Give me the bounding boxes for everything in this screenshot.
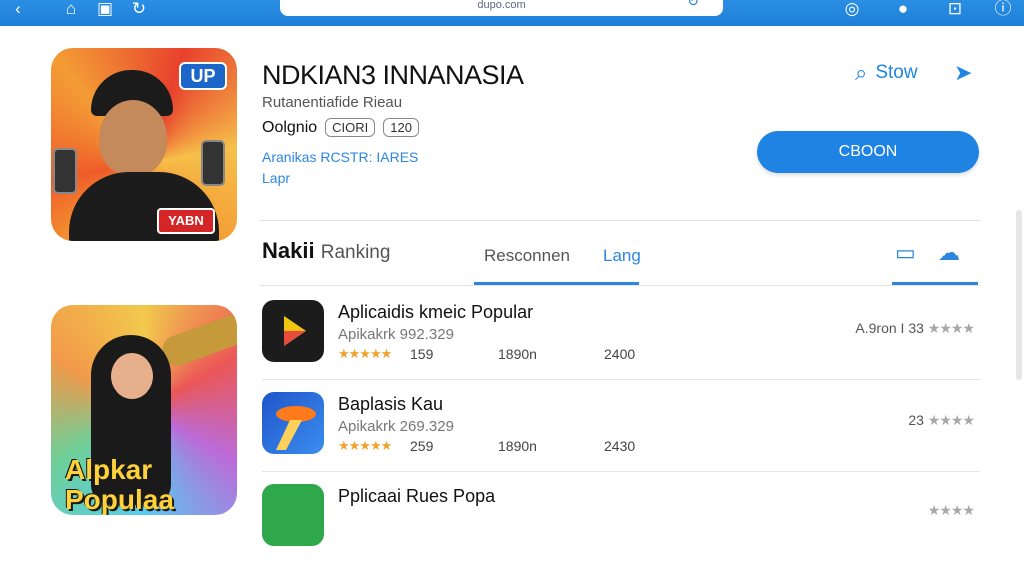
right-rating-text: 23 — [908, 412, 924, 428]
list-item-subtitle: Apikakrk 992.329 — [338, 326, 454, 343]
reload-icon[interactable]: ↻ — [687, 0, 699, 8]
phone-icon — [201, 140, 225, 186]
scrollbar[interactable] — [1016, 210, 1022, 380]
info-icon[interactable]: ⓘ — [990, 0, 1016, 22]
app-subtitle: Rutanentiafide Rieau — [262, 94, 403, 111]
right-rating: 23 ★★★★ — [908, 412, 975, 429]
right-rating: A.9ron I 33 ★★★★ — [855, 320, 975, 337]
phone-icon — [53, 148, 77, 194]
list-item[interactable]: Pplicaai Rues Popa ★★★★ — [262, 472, 980, 564]
developer-link[interactable]: Aranikas RCSTR: IARES — [262, 149, 418, 165]
download-count: 1890n — [498, 346, 537, 362]
promo-app-icon[interactable]: Alpkar Populaa — [51, 305, 237, 515]
right-rating: ★★★★ — [927, 502, 975, 519]
shield-icon[interactable]: ◎ — [840, 0, 864, 22]
refresh-icon[interactable]: ↻ — [126, 0, 152, 22]
top-toolbar: ‹ ⌂ ▣ ↻ dupo.com ↻ ◎ ● ⊡ ⓘ — [0, 0, 1024, 26]
search-button[interactable]: ⌕ Stow — [855, 60, 918, 86]
folder-icon[interactable]: ▭ — [895, 240, 916, 266]
meta-pill: 120 — [383, 118, 419, 137]
section-title: Nakii Ranking — [262, 238, 390, 264]
meta-row: Oolgnio CIORI 120 — [262, 118, 419, 137]
robot-icon[interactable]: ⊡ — [942, 0, 968, 22]
list-item[interactable]: Aplicaidis kmeic Popular Apikakrk 992.32… — [262, 288, 980, 380]
search-icon: ⌕ — [855, 60, 868, 85]
right-rating-text: A.9ron I 33 — [855, 320, 924, 336]
share-icon[interactable]: ➤ — [954, 60, 972, 86]
promo-text-line: Populaa — [65, 484, 174, 515]
promo-text: Alpkar Populaa — [65, 455, 174, 515]
list-item-title: Pplicaai Rues Popa — [338, 486, 496, 506]
size-value: 2400 — [604, 346, 636, 362]
right-rating-stars: ★★★★ — [927, 412, 975, 428]
primary-action-button[interactable]: CBOON — [757, 131, 979, 173]
rating-count: 159 — [410, 346, 434, 362]
meta-label: Oolgnio — [262, 118, 318, 136]
image-icon[interactable]: ▣ — [92, 0, 118, 22]
size-value: 2430 — [604, 438, 636, 454]
search-label: Stow — [875, 62, 918, 83]
game-icon[interactable]: ⌂ — [58, 0, 84, 22]
divider — [260, 285, 980, 286]
divider — [260, 220, 980, 221]
list-item-title: Aplicaidis kmeic Popular — [338, 302, 534, 322]
character-face — [111, 353, 153, 399]
green-app-icon — [262, 484, 324, 546]
tab-recommend[interactable]: Resconnen — [484, 246, 570, 266]
section-title-bold: Nakii — [262, 238, 315, 263]
tab-lang[interactable]: Lang — [603, 246, 641, 266]
play-store-icon — [262, 300, 324, 362]
list-item-subtitle: Apikakrk 269.329 — [338, 418, 454, 435]
avatar[interactable]: ● — [890, 0, 916, 22]
person-head — [99, 100, 167, 176]
list-item[interactable]: Baplasis Kau Apikakrk 269.329 ★★★★★ 259 … — [262, 380, 980, 472]
ufo-app-icon — [262, 392, 324, 454]
download-count: 1890n — [498, 438, 537, 454]
section-title-light: Ranking — [320, 242, 391, 263]
meta-pill: CIORI — [325, 118, 376, 137]
back-icon[interactable]: ‹ — [8, 0, 28, 22]
address-bar[interactable]: dupo.com ↻ — [280, 0, 723, 16]
right-rating-stars: ★★★★ — [927, 502, 975, 518]
list-item-title: Baplasis Kau — [338, 394, 444, 414]
label-badge: YABN — [157, 208, 215, 234]
rating-stars: ★★★★★ — [338, 438, 392, 453]
app-title: NDKIAN3 INNANASIA — [262, 60, 524, 90]
pipe-shape — [158, 310, 237, 370]
right-rating-stars: ★★★★ — [927, 320, 975, 336]
featured-app-icon[interactable]: UP YABN — [51, 48, 237, 241]
rating-count: 259 — [410, 438, 434, 454]
rating-stars: ★★★★★ — [338, 346, 392, 361]
promo-text-line: Alpkar — [65, 454, 153, 485]
address-text: dupo.com — [477, 0, 526, 11]
cloud-icon[interactable]: ☁ — [938, 240, 960, 266]
update-badge: UP — [179, 62, 227, 90]
category-link[interactable]: Lapr — [262, 170, 290, 186]
